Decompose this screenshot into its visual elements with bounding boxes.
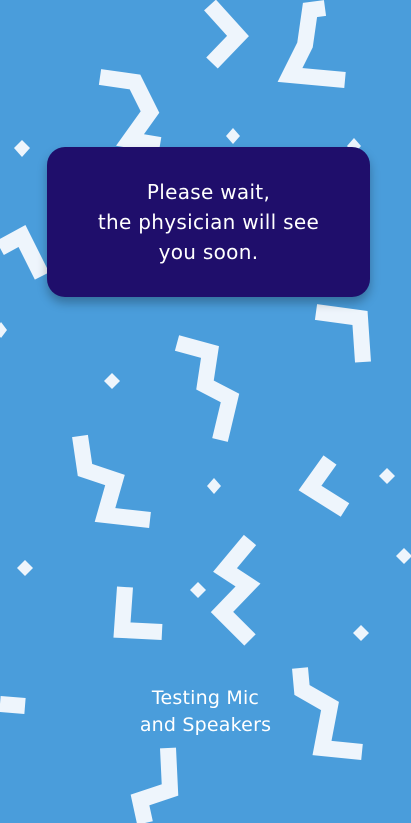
pattern-diamond [0,322,7,338]
pattern-diamond [190,582,206,598]
waiting-message: Please wait, the physician will see you … [97,180,320,264]
pattern-zigzag [72,434,151,528]
pattern-diamond [17,560,33,576]
pattern-diamond [396,548,411,564]
pattern-zigzag [0,225,50,280]
pattern-zigzag [277,0,346,88]
pattern-zigzag [174,335,240,442]
pattern-zigzag [210,534,261,646]
mic-speaker-test-status: Testing Mic and Speakers [139,687,272,736]
pattern-diamond [104,373,120,389]
pattern-diamond [379,468,395,484]
pattern-diamond [207,478,221,494]
waiting-message-card: Please wait, the physician will see you … [47,147,370,297]
pattern-zigzag [314,304,371,363]
pattern-zigzag [298,455,350,517]
pattern-diamond [353,625,369,641]
pattern-diamond [14,140,30,157]
pattern-zigzag [204,0,249,69]
pattern-zigzag [130,747,179,823]
pattern-zigzag [113,586,163,640]
pattern-diamond [226,128,240,144]
pattern-zigzag [98,69,162,153]
